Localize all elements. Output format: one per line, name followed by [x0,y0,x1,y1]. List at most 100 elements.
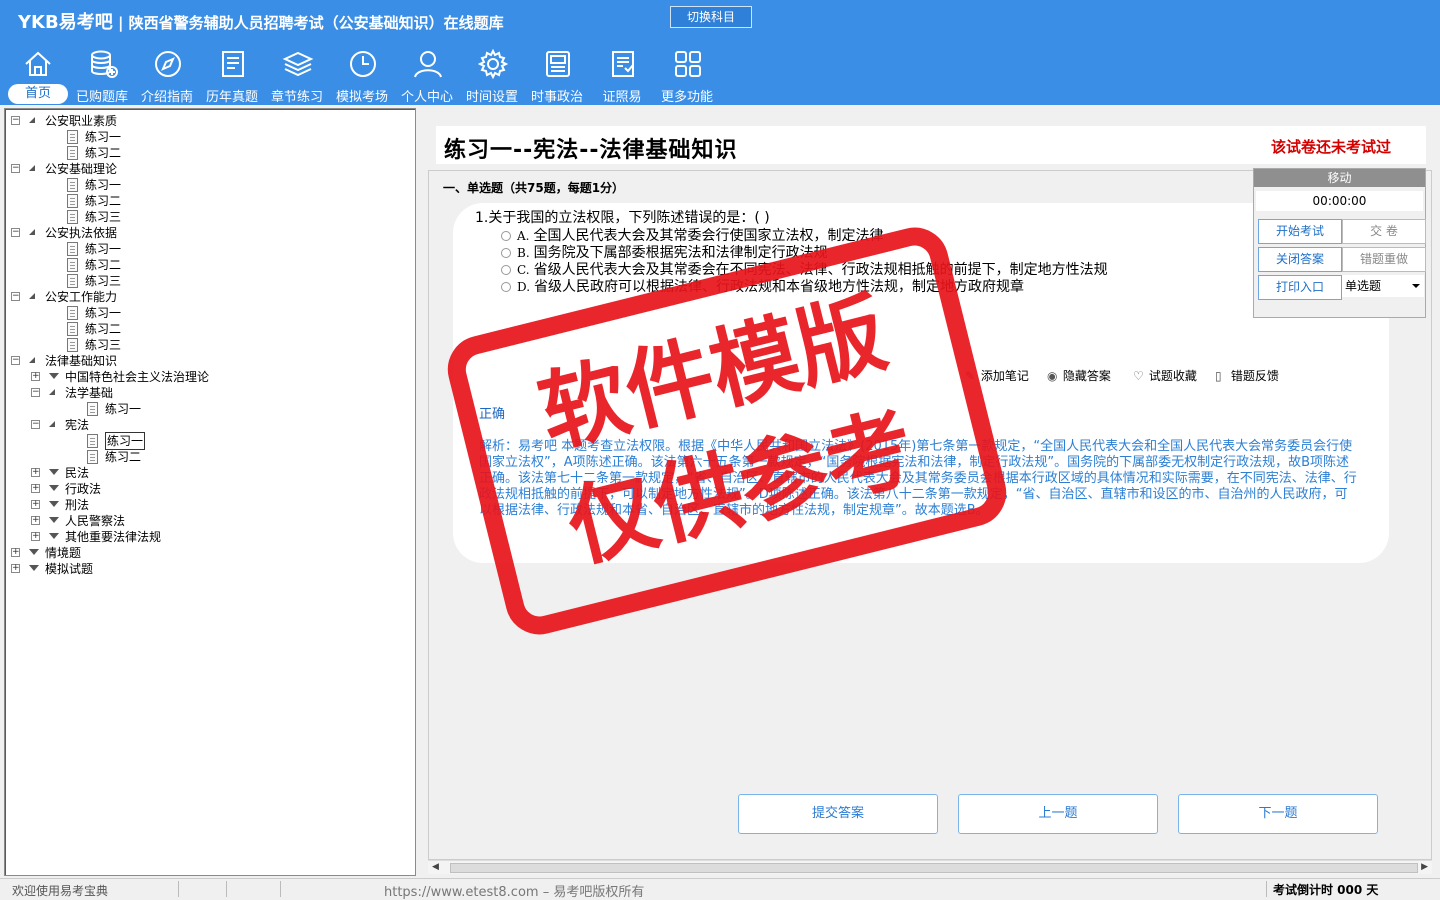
document-icon [67,194,78,208]
panel-move-handle[interactable]: 移动 [1254,169,1425,187]
option-key: B. [517,246,530,260]
triangle-down-icon [49,517,59,523]
expand-icon[interactable]: + [31,500,40,509]
document-icon [67,242,78,256]
collapse-icon[interactable]: − [11,228,20,237]
toolbar-database-button[interactable]: 已购题库 [71,44,133,105]
horizontal-scrollbar[interactable]: ◀ ▶ [428,860,1432,874]
next-question-button[interactable]: 下一题 [1178,794,1378,834]
tree-item-label: 练习一 [85,306,122,320]
expand-icon[interactable]: + [11,548,20,557]
scroll-left-icon[interactable]: ◀ [432,862,439,872]
expand-icon[interactable]: + [31,372,40,381]
collapse-icon[interactable]: − [11,164,20,173]
toolbar-clock-button[interactable]: 模拟考场 [331,44,393,105]
heart-icon: ♡ [1133,369,1144,383]
collapse-icon[interactable]: − [11,292,20,301]
toolbar-user-button[interactable]: 个人中心 [396,44,458,105]
question-text: 1.关于我国的立法权限，下列陈述错误的是：( ) [475,210,770,226]
submit-answer-button[interactable]: 提交答案 [738,794,938,834]
toolbar-gear-button[interactable]: 时间设置 [461,44,523,105]
scrollbar-thumb[interactable] [450,863,1418,873]
status-bar: 欢迎使用易考宝典 https://www.etest8.com – 易考吧版权所… [0,878,1440,900]
tree-item-label: 练习一 [105,432,146,450]
toolbar-label: 时事政治 [530,90,583,105]
status-divider [1266,881,1267,897]
previous-question-button[interactable]: 上一题 [958,794,1158,834]
radio-icon[interactable] [501,248,511,258]
tree-item-label: 模拟试题 [45,562,94,576]
question-action-heart[interactable]: ♡ 试题收藏 [1133,367,1197,384]
brand-logo: YKB易考吧 [18,12,113,33]
toolbar-compass-button[interactable]: 介绍指南 [136,44,198,105]
radio-icon[interactable] [501,265,511,275]
expand-icon[interactable]: + [31,484,40,493]
option-key: C. [517,263,530,277]
grid-icon [675,51,701,77]
title-separator: | [117,14,129,32]
start-exam-button[interactable]: 开始考试 [1258,219,1342,244]
triangle-down-icon [29,549,39,555]
toolbar-certificate-button[interactable]: 证照易 [591,44,653,105]
tree-item-label: 人民警察法 [65,514,126,528]
redo-wrong-button[interactable]: 错题重做 [1342,247,1426,272]
toolbar-label: 历年真题 [205,90,258,105]
tree-item-label: 法律基础知识 [45,354,118,368]
chapter-tree[interactable]: − 公安职业素质 练习一 练习二 − 公安基础理论 练习一 练习二 练习三 − 公安执法依据 练习一练… [4,108,416,876]
tree-item-label: 刑法 [65,498,90,512]
tree-item-label: 其他重要法律法规 [65,530,162,544]
action-label: 隐藏答案 [1062,369,1111,383]
document-icon [67,210,78,224]
radio-icon[interactable] [501,282,511,292]
scroll-right-icon[interactable]: ▶ [1421,862,1428,872]
toolbar-document-list-button[interactable]: 历年真题 [201,44,263,105]
triangle-open-icon [29,293,35,299]
tree-item-label: 民法 [65,466,90,480]
app-window: YKB易考吧 | 陕西省警务辅助人员招聘考试（公安基础知识）在线题库 切换科目 … [0,0,1440,900]
expand-icon[interactable]: + [31,516,40,525]
toolbar-label: 已购题库 [75,90,128,105]
expand-icon[interactable]: + [31,468,40,477]
switch-subject-button[interactable]: 切换科目 [670,6,752,28]
exam-timer: 00:00:00 [1256,191,1423,211]
expand-icon[interactable]: + [11,564,20,573]
triangle-down-icon [49,485,59,491]
collapse-icon[interactable]: − [11,116,20,125]
question-action-eye[interactable]: ◉ 隐藏答案 [1047,367,1111,384]
document-icon [67,130,78,144]
user-icon [414,51,442,78]
hand-in-button[interactable]: 交 卷 [1342,219,1426,244]
print-button[interactable]: 打印入口 [1258,275,1342,300]
close-answer-button[interactable]: 关闭答案 [1258,247,1342,272]
toolbar-news-button[interactable]: 时事政治 [526,44,588,105]
tree-item-label: 练习一 [85,178,122,192]
question-action-feedback[interactable]: ▯ 错题反馈 [1215,367,1279,384]
expand-icon[interactable]: + [31,532,40,541]
triangle-down-icon [49,533,59,539]
triangle-down-icon [29,565,39,571]
collapse-icon[interactable]: − [31,388,40,397]
database-icon [91,50,118,78]
exam-control-panel: 移动 00:00:00 开始考试 交 卷 关闭答案 错题重做 打印入口 单选题 [1253,168,1426,318]
toolbar-layers-button[interactable]: 章节练习 [266,44,328,105]
toolbar-label: 首页 [8,84,68,104]
tree-item-label: 练习二 [85,146,122,160]
toolbar-grid-button[interactable]: 更多功能 [656,44,718,105]
triangle-open-icon [29,357,35,363]
status-divider [226,881,227,897]
toolbar-home-button[interactable]: 首页 [6,44,68,104]
triangle-open-icon [49,421,55,427]
document-icon [87,402,98,416]
collapse-icon[interactable]: − [31,420,40,429]
tree-item-label: 法学基础 [65,386,114,400]
tree-item-label: 练习二 [105,450,142,464]
certificate-icon [612,51,634,77]
document-icon [87,450,98,464]
question-type-select[interactable]: 单选题 [1342,275,1424,297]
app-title: YKB易考吧 | 陕西省警务辅助人员招聘考试（公安基础知识）在线题库 [18,8,504,34]
collapse-icon[interactable]: − [11,356,20,365]
action-label: 错题反馈 [1230,369,1279,383]
radio-icon[interactable] [501,231,511,241]
eye-icon: ◉ [1047,369,1058,383]
chevron-down-icon [1412,284,1420,288]
